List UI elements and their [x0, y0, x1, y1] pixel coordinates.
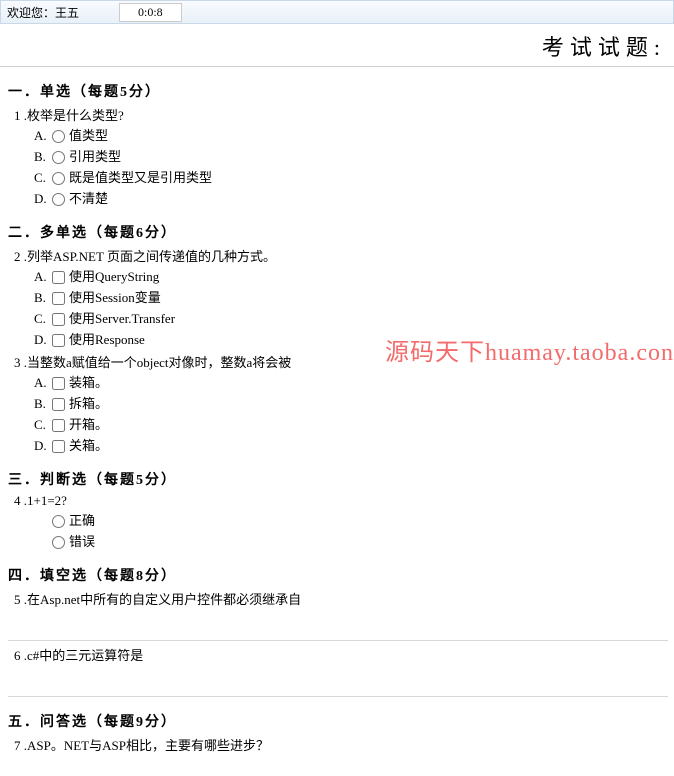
- option-letter: D.: [34, 190, 52, 208]
- option-radio[interactable]: [52, 130, 65, 143]
- option-checkbox[interactable]: [52, 292, 65, 305]
- option-row: C. 使用Server.Transfer: [34, 310, 668, 328]
- option-label: 拆箱。: [69, 395, 108, 413]
- option-row: D. 不清楚: [34, 190, 668, 208]
- option-label: 装箱。: [69, 374, 108, 392]
- option-checkbox[interactable]: [52, 419, 65, 432]
- option-letter: B.: [34, 148, 52, 166]
- question-text: 3 .当整数a赋值给一个object对像时，整数a将会被: [14, 352, 668, 371]
- option-checkbox[interactable]: [52, 398, 65, 411]
- question-text: 4 .1+1=2?: [14, 493, 668, 509]
- question-text: 2 .列举ASP.NET 页面之间传递值的几种方式。: [14, 246, 668, 265]
- option-row: 错误: [34, 533, 668, 551]
- question-text: 7 .ASP。NET与ASP相比，主要有哪些进步？: [14, 735, 668, 754]
- option-row: A. 使用QueryString: [34, 268, 668, 286]
- question-text: 1 .枚举是什么类型?: [14, 105, 668, 124]
- option-row: B. 使用Session变量: [34, 289, 668, 307]
- option-checkbox[interactable]: [52, 440, 65, 453]
- option-checkbox[interactable]: [52, 313, 65, 326]
- option-letter: B.: [34, 395, 52, 413]
- section-heading: 四．填空选（每题8分）: [8, 565, 668, 585]
- option-letter: D.: [34, 437, 52, 455]
- option-label: 错误: [69, 533, 95, 551]
- option-label: 值类型: [69, 127, 108, 145]
- option-letter: C.: [34, 169, 52, 187]
- page-title: 考试试题:: [0, 24, 674, 67]
- option-label: 关箱。: [69, 437, 108, 455]
- timer-display: 0:0:8: [119, 3, 182, 22]
- option-letter: C.: [34, 310, 52, 328]
- option-label: 正确: [69, 512, 95, 530]
- option-row: A. 装箱。: [34, 374, 668, 392]
- option-label: 既是值类型又是引用类型: [69, 169, 212, 187]
- exam-content: 一．单选（每题5分） 1 .枚举是什么类型? A. 值类型 B. 引用类型 C. 既是…: [0, 67, 674, 776]
- option-row: D. 使用Response: [34, 331, 668, 349]
- option-radio[interactable]: [52, 193, 65, 206]
- answer-space: [8, 666, 668, 686]
- option-checkbox[interactable]: [52, 271, 65, 284]
- question-text: 6 .c#中的三元运算符是: [14, 645, 668, 664]
- welcome-text: 欢迎您：王五: [7, 4, 79, 21]
- option-row: C. 既是值类型又是引用类型: [34, 169, 668, 187]
- option-row: A. 值类型: [34, 127, 668, 145]
- option-label: 引用类型: [69, 148, 121, 166]
- option-label: 使用Response: [69, 331, 145, 349]
- option-row: B. 引用类型: [34, 148, 668, 166]
- section-heading: 一．单选（每题5分）: [8, 81, 668, 101]
- option-row: C. 开箱。: [34, 416, 668, 434]
- option-radio[interactable]: [52, 151, 65, 164]
- section-heading: 二．多单选（每题6分）: [8, 222, 668, 242]
- option-letter: A.: [34, 374, 52, 392]
- option-checkbox[interactable]: [52, 377, 65, 390]
- option-row: 正确: [34, 512, 668, 530]
- option-label: 使用Server.Transfer: [69, 310, 175, 328]
- option-label: 使用QueryString: [69, 268, 159, 286]
- option-letter: B.: [34, 289, 52, 307]
- divider: [8, 696, 668, 697]
- option-letter: A.: [34, 127, 52, 145]
- option-radio[interactable]: [52, 536, 65, 549]
- section-heading: 五．问答选（每题9分）: [8, 711, 668, 731]
- option-label: 不清楚: [69, 190, 108, 208]
- question-text: 5 .在Asp.net中所有的自定义用户控件都必须继承自: [14, 589, 668, 608]
- answer-space: [8, 756, 668, 776]
- option-row: B. 拆箱。: [34, 395, 668, 413]
- option-label: 开箱。: [69, 416, 108, 434]
- top-bar: 欢迎您：王五 0:0:8: [0, 0, 674, 24]
- divider: [8, 640, 668, 641]
- option-label: 使用Session变量: [69, 289, 161, 307]
- answer-space: [8, 610, 668, 630]
- option-letter: C.: [34, 416, 52, 434]
- option-letter: D.: [34, 331, 52, 349]
- section-heading: 三．判断选（每题5分）: [8, 469, 668, 489]
- option-radio[interactable]: [52, 172, 65, 185]
- option-letter: A.: [34, 268, 52, 286]
- option-radio[interactable]: [52, 515, 65, 528]
- option-row: D. 关箱。: [34, 437, 668, 455]
- option-checkbox[interactable]: [52, 334, 65, 347]
